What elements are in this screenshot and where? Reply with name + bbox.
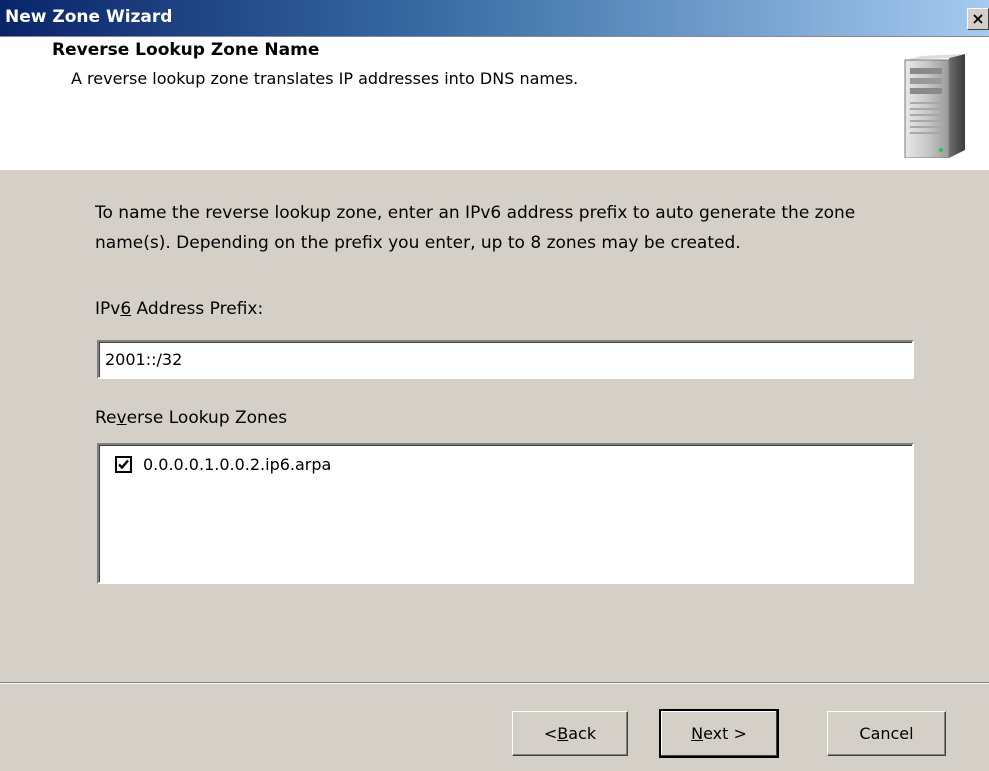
window-title: New Zone Wizard — [5, 7, 173, 27]
zone-checkbox[interactable] — [115, 456, 132, 473]
wizard-window: New Zone Wizard × Reverse Lookup Zone Na… — [0, 0, 989, 771]
back-button[interactable]: < Back — [512, 711, 628, 756]
reverse-zones-list[interactable]: 0.0.0.0.1.0.0.2.ip6.arpa — [97, 443, 914, 584]
list-item[interactable]: 0.0.0.0.1.0.0.2.ip6.arpa — [115, 455, 331, 474]
page-title: Reverse Lookup Zone Name — [52, 40, 320, 60]
footer-divider-highlight — [0, 683, 989, 684]
title-bar[interactable]: New Zone Wizard × — [0, 0, 989, 37]
next-button[interactable]: Next > — [659, 709, 779, 758]
close-button[interactable]: × — [967, 8, 989, 30]
page-subtitle: A reverse lookup zone translates IP addr… — [71, 69, 579, 88]
ipv6-prefix-label: IPv6 Address Prefix: — [95, 299, 264, 319]
ipv6-prefix-input[interactable] — [97, 340, 914, 379]
zone-label: 0.0.0.0.1.0.0.2.ip6.arpa — [143, 455, 332, 474]
server-icon — [904, 54, 965, 158]
cancel-button[interactable]: Cancel — [827, 711, 946, 756]
reverse-zones-label: Reverse Lookup Zones — [95, 408, 288, 428]
checkmark-icon — [118, 459, 129, 470]
close-icon: × — [971, 9, 985, 28]
instructions-text: To name the reverse lookup zone, enter a… — [95, 203, 856, 253]
header-divider — [0, 169, 989, 170]
